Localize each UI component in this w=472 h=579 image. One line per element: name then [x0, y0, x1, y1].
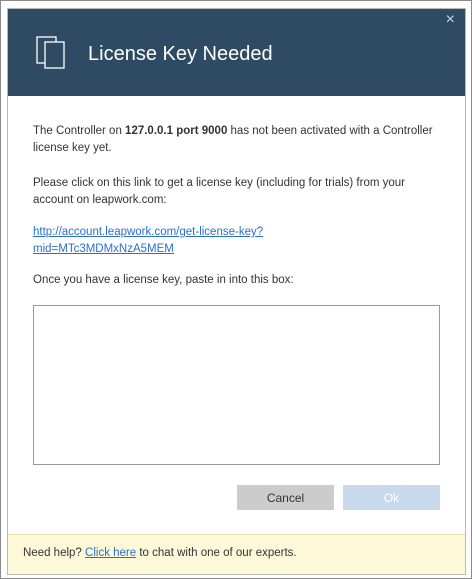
help-prefix: Need help?: [23, 547, 86, 559]
paste-prompt: Once you have a license key, paste in in…: [33, 274, 294, 286]
ok-button[interactable]: Ok: [343, 485, 440, 510]
controller-host: 127.0.0.1 port 9000: [125, 125, 228, 137]
instructions-text: Please click on this link to get a licen…: [33, 177, 405, 206]
close-icon[interactable]: ×: [446, 12, 455, 28]
license-key-input[interactable]: [33, 305, 440, 465]
license-link-block: http://account.leapwork.com/get-license-…: [33, 224, 438, 258]
documents-icon: [36, 36, 65, 69]
screenshot-frame: × License Key Needed The Controller on 1…: [0, 0, 472, 579]
dialog-header: × License Key Needed: [8, 9, 465, 96]
activation-message: The Controller on 127.0.0.1 port 9000 ha…: [33, 123, 438, 157]
help-suffix: to chat with one of our experts.: [136, 547, 297, 559]
chat-link[interactable]: Click here: [85, 547, 136, 559]
help-text: Need help? Click here to chat with one o…: [23, 547, 297, 559]
license-link-line2[interactable]: mid=MTc3MDMxNzA5MEM: [33, 243, 174, 255]
license-dialog: × License Key Needed The Controller on 1…: [7, 8, 466, 575]
help-footer: Need help? Click here to chat with one o…: [8, 534, 465, 574]
cancel-button[interactable]: Cancel: [237, 485, 334, 510]
message-prefix: The Controller on: [33, 125, 126, 137]
license-link-line1[interactable]: http://account.leapwork.com/get-license-…: [33, 226, 263, 238]
dialog-title: License Key Needed: [88, 43, 273, 65]
